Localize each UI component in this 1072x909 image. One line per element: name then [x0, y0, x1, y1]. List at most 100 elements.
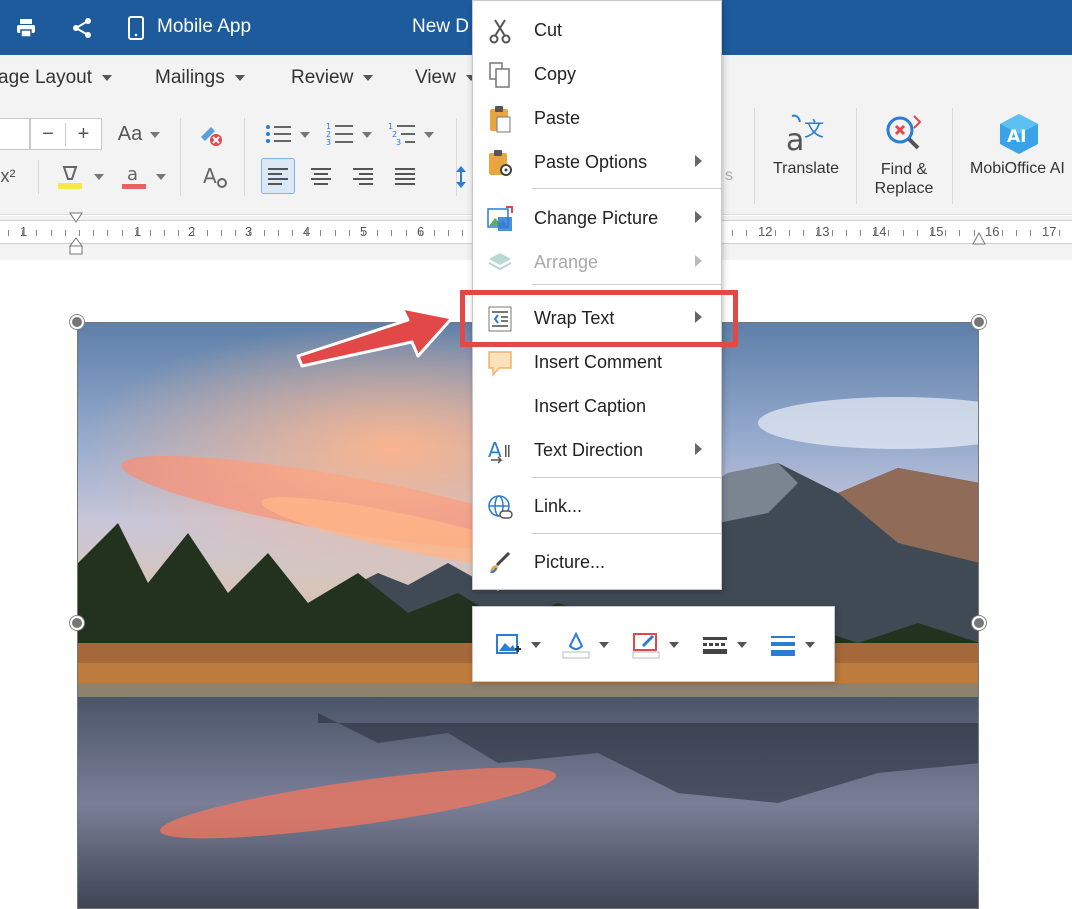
menu-item-cut[interactable]: Cut: [473, 8, 721, 52]
superscript-button[interactable]: x²: [0, 160, 20, 192]
ruler-tick: [363, 230, 364, 236]
font-size-stepper[interactable]: − +: [30, 118, 102, 150]
multilevel-list-icon[interactable]: 123: [386, 118, 418, 150]
translate-button[interactable]: a文 Translate: [768, 108, 844, 178]
right-indent-marker[interactable]: [972, 231, 986, 248]
menu-item-label: Paste Options: [534, 152, 648, 172]
picture-change-icon: [496, 634, 521, 654]
menu-item-paste[interactable]: Paste: [473, 96, 721, 140]
menu-item-copy[interactable]: Copy: [473, 52, 721, 96]
text-effects-icon[interactable]: A: [198, 160, 230, 194]
ruler-tick: [434, 230, 435, 236]
chevron-down-icon: [102, 74, 113, 81]
menu-item-arrange: Arrange: [473, 240, 721, 284]
ribbon-separator: [180, 118, 181, 196]
ruler-tick: [391, 230, 392, 236]
ruler-tick: [221, 230, 222, 236]
ruler-tick: [22, 230, 23, 236]
change-case-button[interactable]: Aa: [114, 118, 146, 150]
resize-handle-top-left[interactable]: [70, 315, 84, 329]
ai-badge: AI: [1007, 127, 1026, 147]
font-color-icon[interactable]: a: [118, 160, 150, 194]
ruler-tick: [732, 230, 733, 236]
chevron-down-icon[interactable]: [94, 174, 104, 180]
clear-formatting-icon[interactable]: [194, 118, 226, 150]
menu-item-link[interactable]: Link...: [473, 484, 721, 528]
menu-mailings[interactable]: Mailings: [155, 67, 245, 89]
picture-mini-toolbar: [472, 606, 835, 682]
menu-item-label: Arrange: [534, 252, 599, 272]
minus-icon[interactable]: −: [31, 122, 67, 146]
menu-separator: [532, 533, 721, 534]
mobile-app-label[interactable]: Mobile App: [157, 16, 251, 38]
ruler-tick: [249, 230, 250, 236]
menu-mailings-label: Mailings: [155, 67, 225, 88]
copy-icon: [485, 60, 515, 90]
line-weight-button[interactable]: [769, 627, 815, 663]
resize-handle-middle-right[interactable]: [972, 616, 986, 630]
ruler-tick: [335, 230, 336, 236]
highlight-icon[interactable]: [54, 160, 86, 194]
ruler-tick: [462, 230, 463, 236]
menu-page-layout[interactable]: age Layout: [0, 67, 113, 89]
chevron-down-icon[interactable]: [424, 132, 434, 138]
resize-handle-top-right[interactable]: [972, 315, 986, 329]
ruler-tick: [292, 230, 293, 236]
bullet-list-icon[interactable]: [262, 118, 294, 150]
menu-item-paste-options[interactable]: Paste Options: [473, 140, 721, 184]
ruler-tick: [917, 230, 918, 236]
ruler-tick: [832, 230, 833, 236]
menu-item-insert-caption[interactable]: Insert Caption: [473, 384, 721, 428]
ruler-tick: [107, 230, 108, 236]
plus-icon[interactable]: +: [66, 123, 101, 146]
outline-color-button[interactable]: [631, 627, 679, 663]
menu-item-text-direction[interactable]: A Text Direction: [473, 428, 721, 472]
menu-item-picture[interactable]: Picture...: [473, 540, 721, 584]
styles-partial-label: s: [722, 166, 736, 186]
comment-icon: [485, 348, 515, 378]
line-spacing-icon[interactable]: [450, 160, 472, 194]
mobile-phone-icon[interactable]: [120, 12, 152, 44]
align-left-button[interactable]: [261, 158, 295, 194]
ruler-tick: [235, 230, 236, 236]
outline-color-icon: [632, 633, 660, 659]
print-icon[interactable]: [10, 12, 42, 44]
translate-icon: a文: [768, 108, 844, 160]
menu-view[interactable]: View: [415, 67, 476, 89]
line-style-button[interactable]: [701, 627, 747, 663]
share-icon[interactable]: [66, 12, 98, 44]
fill-color-button[interactable]: [561, 627, 609, 663]
menu-review-label: Review: [291, 67, 354, 88]
find-replace-button[interactable]: Find & Replace: [866, 108, 942, 198]
wrap-text-highlight: [460, 290, 738, 347]
ruler-tick: [903, 230, 904, 236]
ruler-tick: [420, 230, 421, 236]
font-size-box[interactable]: [0, 118, 30, 150]
menu-review[interactable]: Review: [291, 67, 374, 89]
chevron-right-icon: [695, 443, 702, 455]
ruler-tick: [164, 230, 165, 236]
align-center-button[interactable]: [304, 158, 338, 194]
menu-separator: [532, 477, 721, 478]
ruler-tick: [803, 230, 804, 236]
left-indent-marker[interactable]: [69, 212, 83, 258]
ruler-tick: [888, 230, 889, 236]
find-replace-icon: [866, 108, 942, 160]
numbered-list-icon[interactable]: 123: [324, 118, 356, 150]
mobioffice-ai-button[interactable]: AI MobiOffice AI: [966, 108, 1072, 178]
chevron-down-icon: [599, 642, 609, 648]
chevron-down-icon[interactable]: [156, 174, 166, 180]
menu-item-change-picture[interactable]: Change Picture: [473, 196, 721, 240]
ruler-tick: [789, 230, 790, 236]
chevron-down-icon[interactable]: [150, 132, 160, 138]
ruler-tick: [406, 230, 407, 236]
justify-button[interactable]: [388, 158, 422, 194]
chevron-down-icon[interactable]: [362, 132, 372, 138]
styles-partial-text: s: [725, 167, 733, 184]
ruler-tick: [65, 230, 66, 236]
resize-handle-middle-left[interactable]: [70, 616, 84, 630]
align-right-button[interactable]: [346, 158, 380, 194]
chevron-down-icon[interactable]: [300, 132, 310, 138]
picture-change-button[interactable]: [495, 627, 541, 663]
svg-text:A: A: [203, 164, 217, 188]
